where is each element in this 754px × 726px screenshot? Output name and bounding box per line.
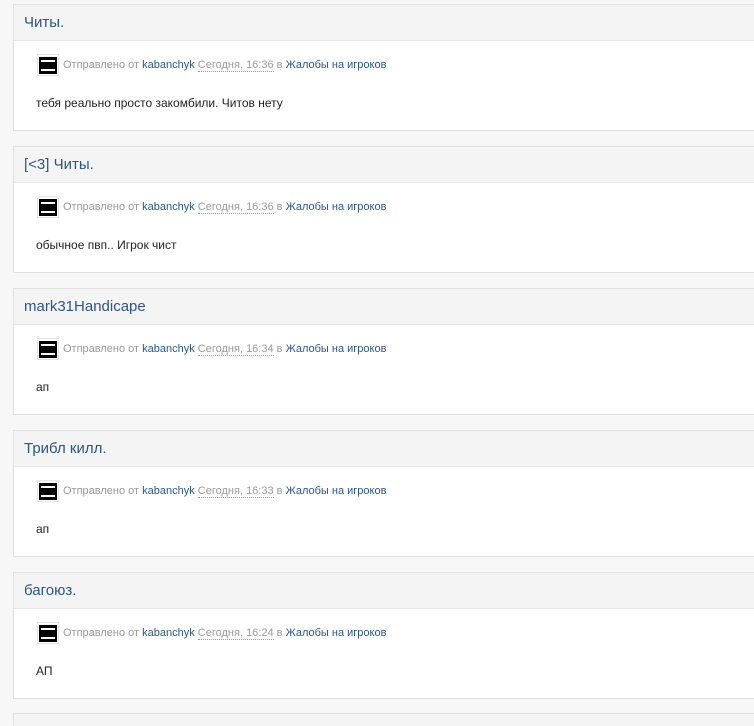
post-time: Сегодня, 16:24: [197, 626, 274, 640]
result-body: Отправлено от kabanchyk Сегодня, 16:36 в…: [14, 182, 754, 272]
result-meta: Отправлено от kabanchyk Сегодня, 16:34 в…: [37, 337, 386, 361]
result-body: Отправлено от kabanchyk Сегодня, 16:36 в…: [14, 40, 754, 130]
post-time: Сегодня, 16:33: [197, 484, 274, 498]
post-time: Сегодня, 16:34: [197, 342, 274, 356]
post-time: Сегодня, 16:36: [197, 58, 274, 72]
forum-link[interactable]: Жалобы на игроков: [286, 485, 387, 497]
post-time: Сегодня, 16:36: [197, 200, 274, 214]
author-link[interactable]: kabanchyk: [142, 59, 195, 71]
meta-prefix: Отправлено от: [63, 485, 140, 497]
result-snippet: ап: [36, 380, 50, 394]
result-title-link[interactable]: Трибл килл.: [24, 440, 107, 457]
forum-link[interactable]: Жалобы на игроков: [286, 201, 387, 213]
avatar-icon[interactable]: [37, 196, 59, 218]
result-item: Трибл килл. Отправлено от kabanchyk Сего…: [13, 430, 754, 557]
meta-prefix: Отправлено от: [63, 343, 140, 355]
result-item: mark31Handicape Отправлено от kabanchyk …: [13, 288, 754, 415]
result-body: Отправлено от kabanchyk Сегодня, 16:24 в…: [14, 608, 754, 698]
result-meta: Отправлено от kabanchyk Сегодня, 16:36 в…: [37, 195, 386, 219]
result-item: багоюз. Отправлено от kabanchyk Сегодня,…: [13, 572, 754, 699]
avatar-icon[interactable]: [37, 54, 59, 76]
avatar-icon[interactable]: [37, 338, 59, 360]
meta-prefix: Отправлено от: [63, 627, 140, 639]
result-title-link[interactable]: mark31Handicape: [24, 298, 146, 315]
result-item: Читы. Отправлено от kabanchyk Сегодня, 1…: [13, 4, 754, 131]
result-meta: Отправлено от kabanchyk Сегодня, 16:24 в…: [37, 621, 386, 645]
forum-link[interactable]: Жалобы на игроков: [286, 627, 387, 639]
search-results-list: Читы. Отправлено от kabanchyk Сегодня, 1…: [0, 0, 754, 726]
result-snippet: тебя реально просто закомбили. Читов нет…: [36, 96, 283, 110]
forum-link[interactable]: Жалобы на игроков: [286, 343, 387, 355]
result-snippet: ап: [36, 522, 50, 536]
meta-prefix: Отправлено от: [63, 59, 140, 71]
result-meta: Отправлено от kabanchyk Сегодня, 16:36 в…: [37, 53, 386, 77]
author-link[interactable]: kabanchyk: [142, 627, 195, 639]
result-item: [<3] Читы. Отправлено от kabanchyk Сегод…: [13, 146, 754, 273]
result-snippet: АП: [36, 664, 53, 678]
result-title-link[interactable]: багоюз.: [24, 582, 76, 599]
result-title-link[interactable]: Читы.: [24, 14, 64, 31]
result-title-link[interactable]: [<3] Читы.: [24, 156, 94, 173]
meta-prefix: Отправлено от: [63, 201, 140, 213]
result-body: Отправлено от kabanchyk Сегодня, 16:34 в…: [14, 324, 754, 414]
avatar-icon[interactable]: [37, 622, 59, 644]
author-link[interactable]: kabanchyk: [142, 201, 195, 213]
result-snippet: обычное пвп.. Игрок чист: [36, 238, 177, 252]
avatar-icon[interactable]: [37, 480, 59, 502]
forum-link[interactable]: Жалобы на игроков: [286, 59, 387, 71]
result-meta: Отправлено от kabanchyk Сегодня, 16:33 в…: [37, 479, 386, 503]
author-link[interactable]: kabanchyk: [142, 485, 195, 497]
author-link[interactable]: kabanchyk: [142, 343, 195, 355]
next-result-edge: [13, 713, 754, 726]
result-body: Отправлено от kabanchyk Сегодня, 16:33 в…: [14, 466, 754, 556]
